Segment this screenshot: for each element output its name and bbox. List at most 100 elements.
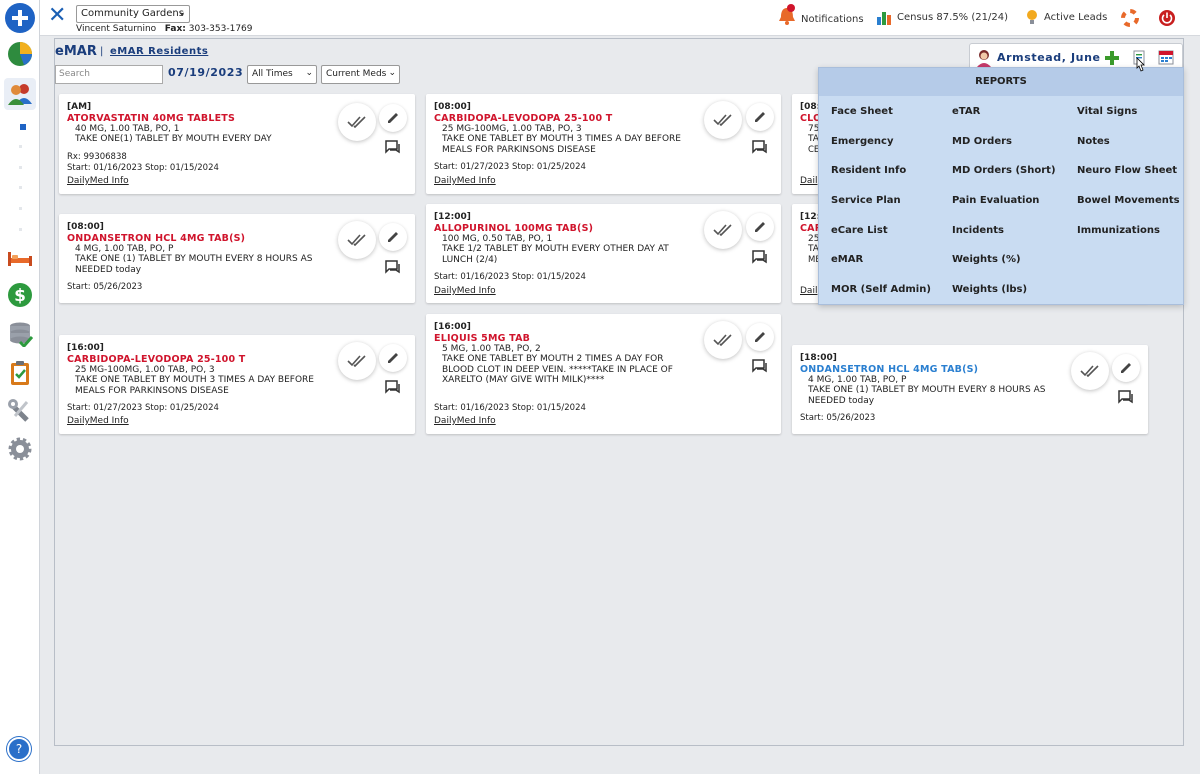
active-leads-button[interactable]: Active Leads	[1025, 9, 1107, 25]
report-md-orders[interactable]: MD Orders	[952, 136, 1012, 147]
clipboard-check-icon[interactable]	[6, 359, 34, 387]
dailymed-link[interactable]: DailyMed Info	[434, 176, 496, 186]
comment-icon[interactable]	[749, 136, 771, 158]
administer-check-button[interactable]	[704, 211, 742, 249]
report-immunizations[interactable]: Immunizations	[1077, 225, 1160, 236]
left-sidebar: $ ?	[0, 0, 40, 774]
administer-check-button[interactable]	[704, 101, 742, 139]
comment-icon[interactable]	[749, 246, 771, 268]
comment-icon[interactable]	[382, 376, 404, 398]
billing-dollar-icon[interactable]: $	[6, 281, 34, 309]
add-icon[interactable]	[5, 3, 35, 33]
report-face-sheet[interactable]: Face Sheet	[831, 106, 893, 117]
administer-check-button[interactable]	[1071, 352, 1109, 390]
med-name: ATORVASTATIN 40MG TABLETS	[67, 113, 235, 124]
bed-icon[interactable]	[6, 244, 34, 272]
med-name: ONDANSETRON HCL 4MG TAB(S)	[800, 364, 979, 375]
report-pain-evaluation[interactable]: Pain Evaluation	[952, 195, 1039, 206]
med-card[interactable]: [12:00] ALLOPURINOL 100MG TAB(S) 100 MG,…	[426, 204, 781, 303]
close-icon[interactable]: ✕	[48, 5, 66, 27]
times-filter-select[interactable]: All Times ⌄	[247, 65, 317, 84]
edit-button[interactable]	[379, 104, 407, 132]
report-md-orders-short[interactable]: MD Orders (Short)	[952, 165, 1056, 176]
submenu-dot[interactable]	[19, 186, 22, 189]
dailymed-link[interactable]: DailyMed Info	[434, 286, 496, 296]
date-display[interactable]: 07/19/2023	[168, 66, 243, 79]
dailymed-link[interactable]: DailyMed Info	[67, 416, 129, 426]
administer-check-button[interactable]	[338, 103, 376, 141]
med-card[interactable]: [18:00] ONDANSETRON HCL 4MG TAB(S) 4 MG,…	[792, 345, 1148, 434]
dailymed-link[interactable]: Dail	[800, 176, 817, 186]
administer-check-button[interactable]	[338, 342, 376, 380]
submenu-dot[interactable]	[19, 207, 22, 210]
edit-button[interactable]	[746, 103, 774, 131]
double-check-icon	[713, 224, 732, 236]
comment-icon[interactable]	[382, 136, 404, 158]
lightbulb-icon	[1027, 10, 1037, 24]
report-mor-self-admin[interactable]: MOR (Self Admin)	[831, 284, 931, 295]
comment-icon[interactable]	[749, 355, 771, 377]
lifebuoy-icon[interactable]	[1119, 7, 1141, 29]
report-vital-signs[interactable]: Vital Signs	[1077, 106, 1137, 117]
edit-button[interactable]	[379, 223, 407, 251]
pencil-icon	[755, 332, 765, 342]
submenu-dot[interactable]	[19, 228, 22, 231]
med-time: [08:00]	[67, 222, 104, 232]
bar-chart-icon	[877, 12, 891, 25]
report-incidents[interactable]: Incidents	[952, 225, 1004, 236]
report-weights-lbs[interactable]: Weights (lbs)	[952, 284, 1027, 295]
report-emergency[interactable]: Emergency	[831, 136, 893, 147]
pencil-icon	[388, 232, 398, 242]
power-logout-icon[interactable]	[1156, 7, 1178, 29]
med-card[interactable]: [16:00] ELIQUIS 5MG TAB 5 MG, 1.00 TAB, …	[426, 314, 781, 434]
notifications-button[interactable]: Notifications	[778, 4, 864, 26]
report-service-plan[interactable]: Service Plan	[831, 195, 901, 206]
med-card[interactable]: [08:00] ONDANSETRON HCL 4MG TAB(S) 4 MG,…	[59, 214, 415, 303]
dailymed-link[interactable]: DailyMed Info	[67, 176, 129, 186]
administer-check-button[interactable]	[704, 321, 742, 359]
submenu-dot[interactable]	[19, 166, 22, 169]
report-notes[interactable]: Notes	[1077, 136, 1110, 147]
report-bowel-movements[interactable]: Bowel Movements	[1077, 195, 1180, 206]
search-input[interactable]: Search	[55, 65, 163, 84]
report-resident-info[interactable]: Resident Info	[831, 165, 906, 176]
dailymed-link[interactable]: Dail	[800, 286, 817, 296]
med-card[interactable]: [AM] ATORVASTATIN 40MG TABLETS 40 MG, 1.…	[59, 94, 415, 194]
administer-check-button[interactable]	[338, 221, 376, 259]
add-plus-icon[interactable]	[1104, 50, 1120, 66]
report-neuro-flow-sheet[interactable]: Neuro Flow Sheet	[1077, 165, 1177, 176]
pencil-icon	[755, 112, 765, 122]
report-emar[interactable]: eMAR	[831, 254, 863, 265]
dashboard-pie-icon[interactable]	[6, 40, 34, 68]
med-card[interactable]: [08:00] CARBIDOPA-LEVODOPA 25-100 T 25 M…	[426, 94, 781, 194]
edit-button[interactable]	[1112, 354, 1140, 382]
comment-icon[interactable]	[1115, 386, 1137, 408]
comment-icon[interactable]	[382, 256, 404, 278]
edit-button[interactable]	[379, 344, 407, 372]
med-time: [08:00]	[434, 102, 471, 112]
resident-name: Armstead, June	[997, 51, 1101, 64]
census-button[interactable]: Census 87.5% (21/24)	[876, 9, 1008, 25]
tools-wrench-icon[interactable]	[6, 397, 34, 425]
notifications-label: Notifications	[801, 14, 864, 25]
emar-residents-link[interactable]: eMAR Residents	[110, 46, 208, 57]
edit-button[interactable]	[746, 323, 774, 351]
page-title: eMAR	[55, 44, 97, 59]
edit-button[interactable]	[746, 213, 774, 241]
report-etar[interactable]: eTAR	[952, 106, 980, 117]
residents-icon[interactable]	[4, 78, 36, 110]
help-icon[interactable]: ?	[7, 737, 31, 761]
med-card[interactable]: [16:00] CARBIDOPA-LEVODOPA 25-100 T 25 M…	[59, 335, 415, 434]
dailymed-link[interactable]: DailyMed Info	[434, 416, 496, 426]
report-ecare-list[interactable]: eCare List	[831, 225, 888, 236]
database-icon[interactable]	[6, 320, 34, 348]
meds-filter-select[interactable]: Current Meds ⌄	[321, 65, 400, 84]
settings-gear-icon[interactable]	[6, 435, 34, 463]
double-check-icon	[347, 355, 366, 367]
calendar-icon[interactable]	[1158, 49, 1174, 65]
facility-select[interactable]: Community Gardens ⌄	[76, 5, 190, 23]
med-dose: 25 MG-100MG, 1.00 TAB, PO, 3	[442, 124, 582, 134]
submenu-dot[interactable]	[19, 145, 22, 148]
report-weights-percent[interactable]: Weights (%)	[952, 254, 1021, 265]
top-header: ✕ Community Gardens ⌄ Vincent Saturnino …	[40, 0, 1200, 36]
